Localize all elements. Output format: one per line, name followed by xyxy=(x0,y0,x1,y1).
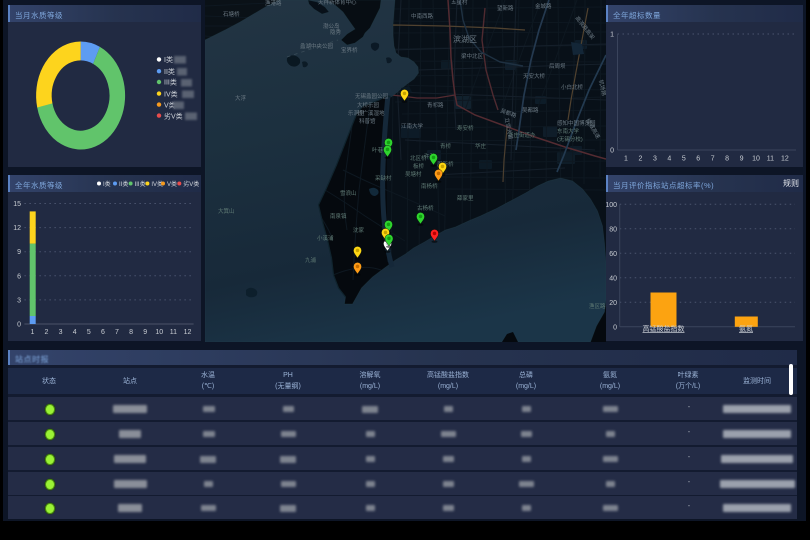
svg-text:15: 15 xyxy=(13,201,21,208)
svg-text:2: 2 xyxy=(638,156,642,163)
svg-text:华庄: 华庄 xyxy=(475,142,487,150)
svg-text:9: 9 xyxy=(143,329,147,336)
svg-text:青祁路: 青祁路 xyxy=(427,101,444,109)
svg-text:沈家: 沈家 xyxy=(353,226,365,234)
svg-text:蠡湖中央公园: 蠡湖中央公园 xyxy=(300,42,334,50)
svg-text:12: 12 xyxy=(13,225,21,232)
svg-text:1: 1 xyxy=(610,32,614,39)
svg-text:吴塘村: 吴塘村 xyxy=(405,170,422,178)
svg-text:长广溪湿地: 长广溪湿地 xyxy=(357,109,385,117)
svg-text:渔港路: 渔港路 xyxy=(265,0,282,7)
svg-text:I类: I类 xyxy=(103,180,111,188)
svg-text:青桥: 青桥 xyxy=(440,142,452,150)
svg-text:12: 12 xyxy=(184,329,192,336)
svg-text:II类: II类 xyxy=(119,180,128,188)
svg-text:古杨桥: 古杨桥 xyxy=(417,204,434,212)
svg-text:40: 40 xyxy=(609,276,617,283)
svg-text:8: 8 xyxy=(725,156,729,163)
svg-text:V类: V类 xyxy=(167,180,177,188)
svg-text:南泉镇: 南泉镇 xyxy=(330,212,347,220)
svg-text:采缺村: 采缺村 xyxy=(375,174,392,182)
svg-text:天祥新体育中心: 天祥新体育中心 xyxy=(318,0,357,6)
svg-text:中南西路: 中南西路 xyxy=(411,12,434,20)
svg-text:渔区路: 渔区路 xyxy=(589,302,606,310)
svg-text:8: 8 xyxy=(129,329,133,336)
svg-text:3: 3 xyxy=(59,329,63,336)
svg-text:3: 3 xyxy=(17,297,21,304)
svg-text:板桥: 板桥 xyxy=(413,162,425,170)
svg-text:大箕山: 大箕山 xyxy=(218,207,235,215)
svg-text:滨湖区: 滨湖区 xyxy=(453,34,477,44)
svg-text:3: 3 xyxy=(653,156,657,163)
svg-text:后周坝: 后周坝 xyxy=(549,62,566,70)
svg-text:渤公岛: 渤公岛 xyxy=(323,22,340,30)
svg-text:20: 20 xyxy=(609,300,617,307)
svg-text:石塘桥: 石塘桥 xyxy=(223,10,240,18)
svg-text:7: 7 xyxy=(711,156,715,163)
svg-text:南杨桥: 南杨桥 xyxy=(421,182,438,190)
svg-text:11: 11 xyxy=(170,329,177,336)
svg-text:九浦: 九浦 xyxy=(305,256,317,264)
svg-text:叶巷: 叶巷 xyxy=(372,146,384,154)
svg-text:0: 0 xyxy=(613,325,617,332)
svg-text:小白北桥: 小白北桥 xyxy=(561,83,584,91)
svg-text:5: 5 xyxy=(682,156,686,163)
svg-text:12: 12 xyxy=(781,156,789,163)
svg-text:天安大桥: 天安大桥 xyxy=(523,72,546,80)
svg-text:I类: I类 xyxy=(164,55,173,64)
svg-text:东南大学: 东南大学 xyxy=(557,127,580,135)
svg-text:大桥乐园: 大桥乐园 xyxy=(357,101,380,109)
svg-text:11: 11 xyxy=(767,156,774,163)
svg-text:4: 4 xyxy=(667,156,671,163)
svg-text:80: 80 xyxy=(609,227,617,234)
svg-text:江南大学: 江南大学 xyxy=(401,122,424,130)
svg-text:III类: III类 xyxy=(164,78,177,87)
svg-text:梁中北区: 梁中北区 xyxy=(461,52,484,60)
svg-text:雪浪山: 雪浪山 xyxy=(340,189,357,197)
svg-text:高锰酸盐指数: 高锰酸盐指数 xyxy=(643,324,685,333)
svg-text:1: 1 xyxy=(624,156,628,163)
svg-text:4: 4 xyxy=(73,329,77,336)
svg-text:60: 60 xyxy=(609,251,617,258)
svg-text:薛家里: 薛家里 xyxy=(457,194,474,202)
svg-text:IV类: IV类 xyxy=(164,89,178,98)
svg-text:6: 6 xyxy=(696,156,700,163)
svg-text:5: 5 xyxy=(87,329,91,336)
svg-text:五星村: 五星村 xyxy=(451,0,468,6)
svg-text:2: 2 xyxy=(45,329,49,336)
svg-text:II类: II类 xyxy=(164,67,175,76)
svg-text:9: 9 xyxy=(17,249,21,256)
svg-text:劣V类: 劣V类 xyxy=(164,111,183,120)
svg-text:100: 100 xyxy=(606,202,617,209)
svg-text:6: 6 xyxy=(17,273,21,280)
svg-text:寿安桥: 寿安桥 xyxy=(457,124,474,132)
svg-text:吴都路: 吴都路 xyxy=(522,106,539,114)
svg-text:科普馆: 科普馆 xyxy=(359,117,376,125)
svg-text:(无锡分校): (无锡分校) xyxy=(557,135,583,143)
svg-text:1: 1 xyxy=(30,329,34,336)
svg-text:大浮: 大浮 xyxy=(235,94,247,102)
svg-text:7: 7 xyxy=(115,329,119,336)
svg-text:0: 0 xyxy=(610,148,614,155)
svg-text:劣V类: 劣V类 xyxy=(183,180,199,188)
svg-text:III类: III类 xyxy=(135,180,146,188)
svg-text:10: 10 xyxy=(155,329,163,336)
svg-text:9: 9 xyxy=(740,156,744,163)
svg-text:10: 10 xyxy=(752,156,760,163)
svg-text:无锡蠡园公园: 无锡蠡园公园 xyxy=(355,92,389,100)
svg-text:氨氮: 氨氮 xyxy=(739,324,753,333)
svg-text:宝界桥: 宝界桥 xyxy=(341,46,358,54)
svg-text:望新路: 望新路 xyxy=(497,4,514,12)
svg-text:0: 0 xyxy=(17,322,21,329)
svg-text:小溪浦: 小溪浦 xyxy=(317,234,334,242)
svg-text:金城路: 金城路 xyxy=(535,2,552,10)
svg-text:6: 6 xyxy=(101,329,105,336)
